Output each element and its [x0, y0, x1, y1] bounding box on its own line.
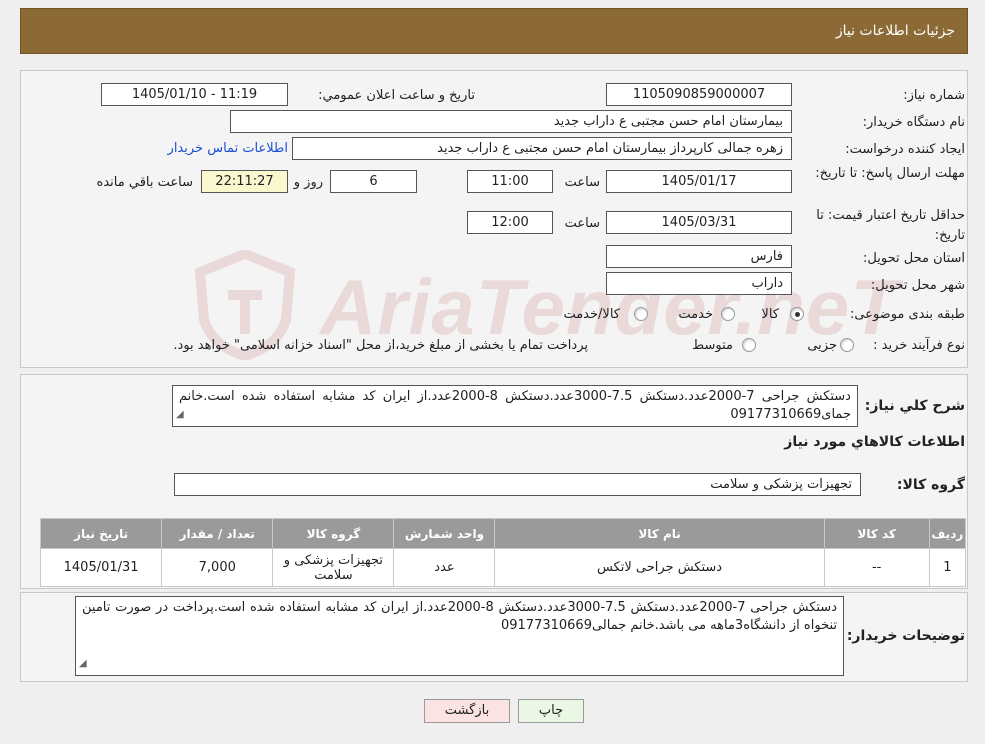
resize-handle-icon[interactable]: ◢ — [79, 655, 87, 673]
deadline-date-field: 1405/01/17 — [606, 170, 792, 193]
col-header-goods-group: گروه كالا — [272, 518, 395, 549]
col-header-unit: واحد شمارش — [393, 518, 496, 549]
city-field: داراب — [606, 272, 792, 295]
deadline-time-field: 11:00 — [467, 170, 553, 193]
process-radio-medium[interactable] — [742, 338, 756, 352]
buyer-org-field: بیمارستان امام حسن مجتبی ع داراب جدید — [230, 110, 792, 133]
need-number-field: 1105090859000007 — [606, 83, 792, 106]
buyer-org-label: نام دستگاه خريدار: — [862, 115, 965, 130]
days-label: روز و — [293, 175, 323, 190]
category-radio-goods[interactable] — [790, 307, 804, 321]
cell-quantity: 7,000 — [161, 548, 274, 587]
province-field: فارس — [606, 245, 792, 268]
price-validity-time-field: 12:00 — [467, 211, 553, 234]
col-header-goods-code: كد كالا — [823, 518, 930, 549]
process-label: نوع فرآیند خرید : — [873, 338, 965, 353]
time-remaining-field: 22:11:27 — [201, 170, 288, 193]
table-row: 1 -- دستکش جراحی لاتکس عدد تجهیزات پزشکی… — [39, 548, 967, 587]
table-header-row: رديف كد كالا نام كالا واحد شمارش گروه كا… — [39, 518, 967, 549]
deadline-time-label: ساعت — [564, 175, 600, 190]
description-textarea[interactable]: دستکش جراحی 7-2000عدد.دستکش 7.5-3000عدد.… — [172, 385, 858, 427]
category-option-goods-service: کالا/خدمت — [563, 307, 620, 322]
category-label: طبقه بندی موضوعی: — [849, 307, 965, 322]
cell-goods-code: -- — [823, 548, 930, 587]
description-text: دستکش جراحی 7-2000عدد.دستکش 7.5-3000عدد.… — [179, 389, 851, 422]
cell-need-date: 1405/01/31 — [39, 548, 163, 587]
buyer-contact-link[interactable]: اطلاعات تماس خريدار — [168, 141, 288, 156]
page-header: جزئیات اطلاعات نیاز — [20, 8, 968, 54]
category-option-goods: کالا — [761, 307, 779, 322]
price-validity-label: حداقل تاریخ اعتبار قیمت: تا تاریخ: — [816, 208, 965, 243]
col-header-goods-name: نام كالا — [494, 518, 825, 549]
buyer-notes-text: دستکش جراحی 7-2000عدد.دستکش 7.5-3000عدد.… — [82, 600, 837, 633]
cell-unit: عدد — [393, 548, 496, 587]
announce-datetime-label: تاریخ و ساعت اعلان عمومي: — [318, 88, 475, 103]
days-remaining-field: 6 — [330, 170, 417, 193]
cell-row-number: 1 — [928, 548, 967, 587]
goods-group-label: گروه كالا: — [896, 477, 965, 493]
cell-goods-name: دستکش جراحی لاتکس — [494, 548, 825, 587]
process-option-minor: جزیی — [807, 338, 837, 353]
resize-handle-icon[interactable]: ◢ — [176, 406, 184, 424]
price-validity-time-label: ساعت — [564, 216, 600, 231]
price-validity-date-field: 1405/03/31 — [606, 211, 792, 234]
back-button[interactable]: بازگشت — [424, 699, 510, 723]
col-header-quantity: تعداد / مقدار — [161, 518, 274, 549]
category-radio-goods-service[interactable] — [634, 307, 648, 321]
category-radio-service[interactable] — [721, 307, 735, 321]
announce-datetime-field: 1405/01/10 - 11:19 — [101, 83, 288, 106]
description-label: شرح كلي نياز: — [864, 398, 965, 414]
buyer-notes-textarea[interactable]: دستکش جراحی 7-2000عدد.دستکش 7.5-3000عدد.… — [75, 596, 844, 676]
col-header-row-number: رديف — [928, 518, 967, 549]
time-remaining-label: ساعت باقي مانده — [96, 175, 193, 190]
treasury-payment-note: پرداخت تمام یا بخشی از مبلغ خرید،از محل … — [173, 338, 588, 353]
cell-goods-group: تجهیزات پزشکی و سلامت — [272, 548, 395, 587]
items-section-title: اطلاعات كالاهاي مورد نياز — [784, 434, 965, 450]
buyer-notes-label: توضيحات خريدار: — [846, 628, 965, 644]
requester-label: ايجاد کننده درخواست: — [845, 142, 965, 157]
need-number-label: شماره نیاز: — [903, 88, 965, 103]
goods-table: رديف كد كالا نام كالا واحد شمارش گروه كا… — [39, 518, 967, 587]
col-header-need-date: تاريخ نياز — [39, 518, 163, 549]
goods-group-field: تجهیزات پزشکی و سلامت — [174, 473, 861, 496]
deadline-label: مهلت ارسال پاسخ: تا تاریخ: — [815, 166, 965, 181]
process-option-medium: متوسط — [692, 338, 733, 353]
city-label: شهر محل تحويل: — [870, 278, 965, 293]
process-radio-minor[interactable] — [840, 338, 854, 352]
requester-field: زهره جمالی کارپرداز بیمارستان امام حسن م… — [292, 137, 792, 160]
print-button[interactable]: چاپ — [518, 699, 584, 723]
page-title: جزئیات اطلاعات نیاز — [835, 23, 955, 39]
province-label: استان محل تحويل: — [863, 251, 965, 266]
category-option-service: خدمت — [678, 307, 713, 322]
